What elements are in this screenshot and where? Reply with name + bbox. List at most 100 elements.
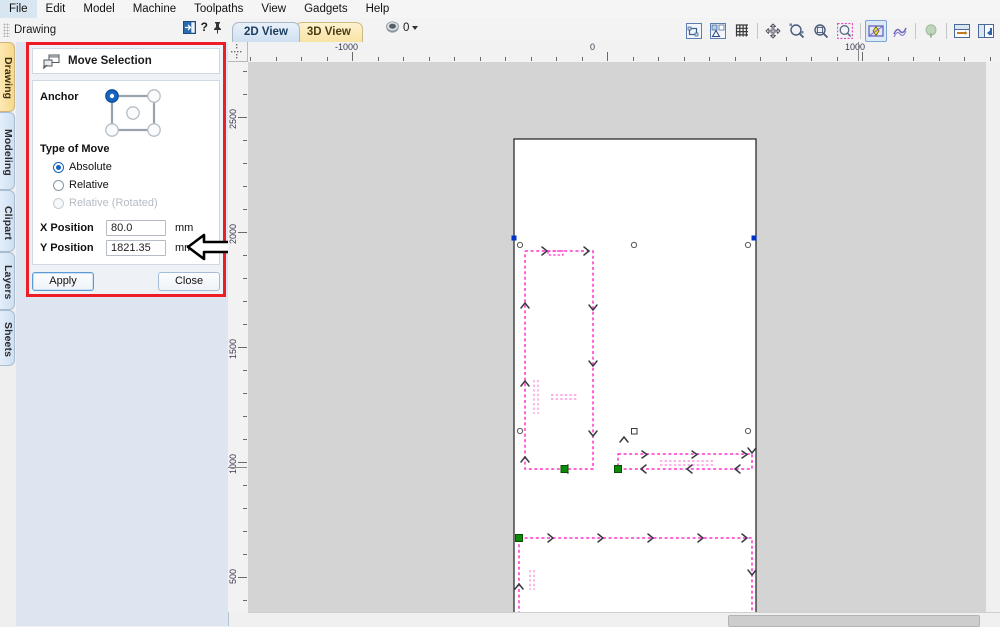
y-position-input[interactable] (106, 240, 166, 256)
horizontal-ruler[interactable]: -1000010002000 (248, 42, 1000, 63)
horizontal-scrollbar-thumb[interactable] (728, 615, 980, 627)
ruler-minor-tick (250, 57, 251, 61)
sheet-edge-marker (858, 42, 859, 61)
ruler-minor-tick (243, 508, 247, 509)
sidebar-item-clipart[interactable]: Clipart (0, 190, 15, 252)
menu-item-file[interactable]: File (0, 0, 37, 18)
radio-absolute[interactable]: Absolute (53, 158, 158, 176)
menu-item-edit[interactable]: Edit (37, 0, 75, 18)
vertical-scrollbar[interactable] (986, 62, 1000, 612)
ruler-minor-tick (760, 57, 761, 61)
show-toolpaths-icon[interactable] (865, 19, 887, 42)
radio-relative-rotated-label: Relative (Rotated) (69, 197, 158, 209)
radio-relative-rotated-dot (53, 197, 64, 209)
toolpath-preview-icon[interactable] (889, 20, 911, 42)
tab-3d-view[interactable]: 3D View (294, 22, 363, 42)
ruler-minor-tick (505, 57, 506, 61)
ruler-minor-tick (243, 94, 247, 95)
drawing-canvas[interactable] (248, 62, 1000, 612)
close-button[interactable]: Close (158, 272, 220, 291)
sidebar-item-sheets[interactable]: Sheets (0, 310, 15, 366)
ruler-major-tick (238, 232, 247, 233)
move-selection-title: Move Selection (68, 55, 152, 67)
anchor-row: Anchor (40, 87, 215, 145)
move-type-radio-group: Absolute Relative Relative (Rotated) (53, 158, 158, 212)
material-view-icon[interactable] (920, 20, 942, 42)
float-dock-icon[interactable] (182, 21, 196, 34)
auto-hide-pin-icon[interactable] (213, 21, 222, 34)
toolpath-start-node[interactable] (614, 465, 622, 473)
ruler-minor-tick (658, 57, 659, 61)
ruler-minor-tick (479, 57, 481, 61)
ruler-minor-tick (709, 57, 710, 61)
split-vertical-icon[interactable] (975, 20, 997, 42)
snap-grid-icon[interactable] (731, 20, 753, 42)
menu-item-view[interactable]: View (252, 0, 295, 18)
canvas-svg (511, 138, 757, 612)
pan-view-icon[interactable] (762, 20, 784, 42)
material-selector[interactable]: 0 (385, 21, 419, 34)
horizontal-scrollbar[interactable] (248, 612, 1000, 627)
ruler-minor-tick (530, 57, 532, 61)
toolbar-separator (860, 22, 861, 39)
ruler-minor-tick (243, 140, 247, 141)
ruler-major-tick (238, 462, 247, 463)
ruler-minor-tick (913, 57, 914, 61)
toolpath-start-node[interactable] (560, 465, 569, 473)
ruler-minor-tick (785, 57, 787, 61)
selection-handle[interactable] (511, 235, 517, 241)
sheet-edge-marker (228, 467, 247, 468)
radio-relative[interactable]: Relative (53, 176, 158, 194)
ruler-minor-tick (243, 485, 247, 486)
anchor-label: Anchor (40, 91, 79, 103)
dock-title: Drawing (14, 24, 57, 36)
toolpath-start-node[interactable] (515, 534, 523, 542)
anchor-picker[interactable] (102, 87, 164, 139)
tab-2d-view[interactable]: 2D View (232, 22, 300, 42)
sidebar-item-modeling[interactable]: Modeling (0, 112, 15, 190)
menu-item-help[interactable]: Help (357, 0, 399, 18)
ruler-minor-tick (836, 57, 838, 61)
ruler-minor-tick (326, 57, 328, 61)
radio-relative-label: Relative (69, 179, 109, 191)
ruler-minor-tick (964, 57, 965, 61)
zoom-selected-icon[interactable] (834, 20, 856, 42)
split-horizontal-icon[interactable] (951, 20, 973, 42)
ruler-label-v: 2500 (228, 109, 238, 130)
ruler-minor-tick (938, 57, 940, 61)
ruler-label-h: 0 (590, 42, 596, 52)
ruler-minor-tick (243, 324, 247, 325)
menu-item-gadgets[interactable]: Gadgets (295, 0, 356, 18)
ruler-major-tick (238, 347, 247, 348)
node-edit-icon[interactable] (707, 20, 729, 42)
ruler-minor-tick (243, 531, 247, 532)
menu-item-model[interactable]: Model (74, 0, 123, 18)
sidebar-item-drawing[interactable]: Drawing (0, 42, 15, 112)
zoom-extents-icon[interactable] (810, 20, 832, 42)
sidebar-item-layers[interactable]: Layers (0, 252, 15, 310)
ruler-major-tick (862, 52, 863, 61)
draw-rectangle-icon[interactable] (683, 20, 705, 42)
ruler-major-tick (238, 577, 247, 578)
selection-handle[interactable] (751, 235, 757, 241)
zoom-window-icon[interactable] (786, 20, 808, 42)
sidebar-tab-strip: Drawing Modeling Clipart Layers Sheets (0, 42, 16, 626)
dock-grip-icon[interactable] (3, 23, 10, 37)
vertical-ruler[interactable]: 2500 2000 1500 1000 500 (228, 62, 249, 612)
ruler-major-tick (352, 52, 353, 61)
menu-item-toolpaths[interactable]: Toolpaths (185, 0, 252, 18)
ruler-minor-tick (454, 57, 455, 61)
x-position-input[interactable] (106, 220, 166, 236)
apply-button[interactable]: Apply (32, 272, 94, 291)
ruler-corner[interactable] (228, 42, 248, 62)
help-icon[interactable]: ? (201, 21, 208, 34)
menu-item-machine[interactable]: Machine (124, 0, 185, 18)
ruler-label-h: -1000 (335, 42, 359, 52)
toolbar-separator (757, 22, 758, 39)
radio-relative-dot (53, 179, 64, 191)
chevron-down-icon[interactable] (412, 25, 419, 30)
ruler-label-v: 500 (228, 569, 238, 585)
x-position-label: X Position (40, 222, 94, 234)
ruler-minor-tick (683, 57, 685, 61)
type-of-move-label: Type of Move (40, 143, 110, 155)
